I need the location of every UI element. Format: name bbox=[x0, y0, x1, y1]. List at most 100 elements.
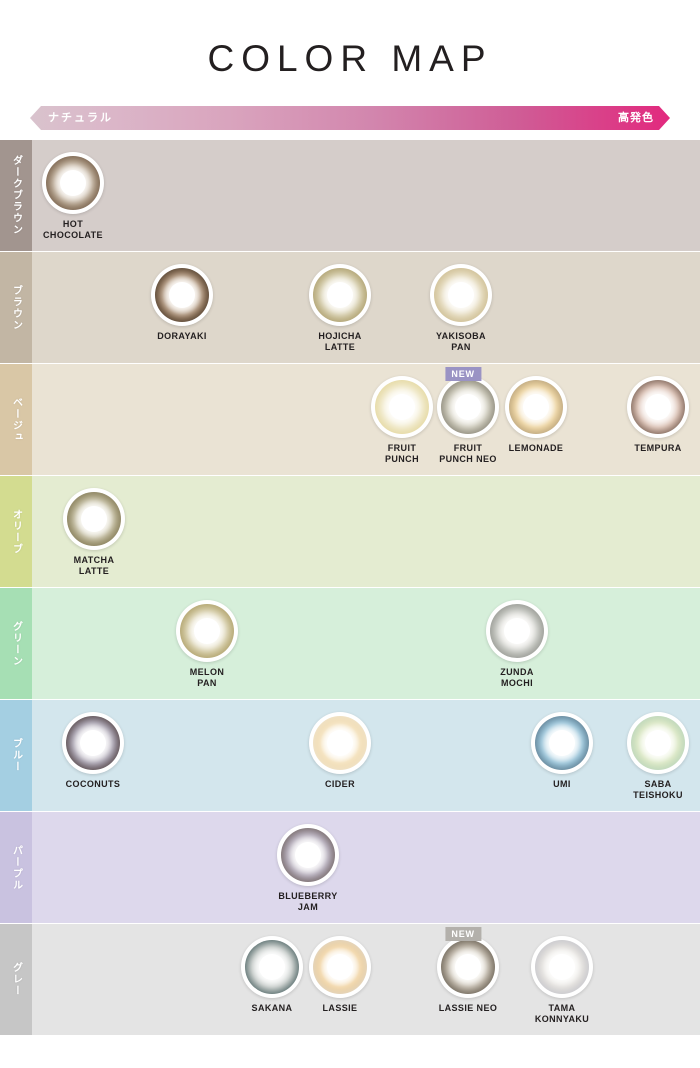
lens-pupil bbox=[80, 730, 106, 756]
lens-name: YAKISOBA PAN bbox=[436, 331, 486, 352]
scale-label-vivid: 高発色 bbox=[618, 112, 654, 124]
lens-item[interactable]: LEMONADE bbox=[484, 376, 588, 454]
lens-name: BLUEBERRY JAM bbox=[278, 891, 338, 912]
lens-swatch-icon bbox=[42, 152, 104, 214]
lens-pupil bbox=[455, 954, 481, 980]
lens-item[interactable]: HOT CHOCOLATE bbox=[21, 152, 125, 241]
lens-swatch-icon bbox=[62, 712, 124, 774]
lens-item[interactable]: LASSIE bbox=[288, 936, 392, 1014]
lens-item[interactable]: ZUNDA MOCHI bbox=[465, 600, 569, 689]
lens-name: DORAYAKI bbox=[157, 331, 207, 341]
lens-name: COCONUTS bbox=[65, 779, 121, 789]
lens-pupil bbox=[327, 954, 353, 980]
row-lens-field: BLUEBERRY JAM bbox=[32, 812, 700, 923]
lens-item[interactable]: COCONUTS bbox=[41, 712, 145, 790]
row-color-label: オリーブ bbox=[0, 476, 32, 587]
lens-name: LASSIE bbox=[322, 1003, 358, 1013]
row-color-label: ベージュ bbox=[0, 364, 32, 475]
color-row: ブラウン DORAYAKI HOJICHA LATTE YAKISOBA PAN bbox=[0, 252, 700, 364]
intensity-scale: ナチュラル 高発色 bbox=[30, 106, 670, 130]
lens-swatch-icon bbox=[309, 712, 371, 774]
row-color-label: パープル bbox=[0, 812, 32, 923]
color-row: ベージュ FRUIT PUNCH NEW FRUIT PUNCH NEO LEMONAD… bbox=[0, 364, 700, 476]
lens-swatch-icon bbox=[486, 600, 548, 662]
lens-item[interactable]: NEW LASSIE NEO bbox=[416, 927, 520, 1014]
row-color-label-text: ブラウン bbox=[10, 284, 22, 331]
lens-item[interactable]: SABA TEISHOKU bbox=[606, 712, 700, 801]
lens-name: LASSIE NEO bbox=[438, 1003, 498, 1013]
row-color-label: ブルー bbox=[0, 700, 32, 811]
color-row: オリーブ MATCHA LATTE bbox=[0, 476, 700, 588]
row-lens-field: SAKANA LASSIE NEW LASSIE NEO TAMA KONNYAKU bbox=[32, 924, 700, 1035]
row-lens-field: DORAYAKI HOJICHA LATTE YAKISOBA PAN bbox=[32, 252, 700, 363]
lens-item[interactable]: MATCHA LATTE bbox=[42, 488, 146, 577]
lens-name: HOT CHOCOLATE bbox=[43, 219, 103, 240]
lens-pupil bbox=[389, 394, 415, 420]
new-badge: NEW bbox=[445, 367, 482, 381]
row-lens-field: MELON PAN ZUNDA MOCHI bbox=[32, 588, 700, 699]
lens-item[interactable]: CIDER bbox=[288, 712, 392, 790]
scale-gradient-bar bbox=[30, 106, 670, 130]
color-row: グレー SAKANA LASSIE NEW LASSIE NEO TAMA KONNYAK… bbox=[0, 924, 700, 1036]
lens-pupil bbox=[327, 282, 353, 308]
lens-swatch-icon bbox=[531, 712, 593, 774]
lens-item[interactable]: YAKISOBA PAN bbox=[409, 264, 513, 353]
row-color-label-text: ブルー bbox=[10, 738, 22, 773]
color-row: グリーン MELON PAN ZUNDA MOCHI bbox=[0, 588, 700, 700]
lens-name: MELON PAN bbox=[189, 667, 225, 688]
lens-swatch-icon bbox=[437, 936, 499, 998]
lens-pupil bbox=[169, 282, 195, 308]
lens-item[interactable]: BLUEBERRY JAM bbox=[256, 824, 360, 913]
row-lens-field: COCONUTS CIDER UMI SABA TEISHOKU bbox=[32, 700, 700, 811]
lens-item[interactable]: MELON PAN bbox=[155, 600, 259, 689]
lens-name: CIDER bbox=[324, 779, 355, 789]
row-color-label-text: ベージュ bbox=[10, 396, 22, 443]
lens-name: HOJICHA LATTE bbox=[318, 331, 362, 352]
lens-pupil bbox=[327, 730, 353, 756]
lens-swatch-icon bbox=[176, 600, 238, 662]
color-row: ブルー COCONUTS CIDER UMI SABA TEISHOKU bbox=[0, 700, 700, 812]
row-color-label: ブラウン bbox=[0, 252, 32, 363]
lens-pupil bbox=[194, 618, 220, 644]
lens-swatch-icon bbox=[531, 936, 593, 998]
lens-swatch-icon bbox=[430, 264, 492, 326]
lens-pupil bbox=[295, 842, 321, 868]
lens-item[interactable]: UMI bbox=[510, 712, 614, 790]
lens-item[interactable]: DORAYAKI bbox=[130, 264, 234, 342]
lens-swatch-icon bbox=[505, 376, 567, 438]
scale-label-natural: ナチュラル bbox=[48, 112, 113, 124]
lens-pupil bbox=[645, 394, 671, 420]
color-row: ダークブラウン HOT CHOCOLATE bbox=[0, 140, 700, 252]
row-color-label-text: グレー bbox=[10, 962, 22, 997]
row-color-label-text: グリーン bbox=[10, 620, 22, 667]
lens-item[interactable]: TAMA KONNYAKU bbox=[510, 936, 614, 1025]
lens-pupil bbox=[549, 954, 575, 980]
color-row: パープル BLUEBERRY JAM bbox=[0, 812, 700, 924]
lens-pupil bbox=[549, 730, 575, 756]
lens-pupil bbox=[455, 394, 481, 420]
lens-pupil bbox=[259, 954, 285, 980]
lens-pupil bbox=[81, 506, 107, 532]
row-color-label: グレー bbox=[0, 924, 32, 1035]
lens-swatch-icon bbox=[627, 712, 689, 774]
lens-swatch-icon bbox=[277, 824, 339, 886]
lens-name: SABA TEISHOKU bbox=[633, 779, 683, 800]
new-badge: NEW bbox=[445, 927, 482, 941]
page-title: COLOR MAP bbox=[207, 38, 493, 79]
row-color-label-text: オリーブ bbox=[10, 508, 22, 555]
lens-swatch-icon bbox=[627, 376, 689, 438]
row-lens-field: HOT CHOCOLATE bbox=[32, 140, 700, 251]
row-lens-field: FRUIT PUNCH NEW FRUIT PUNCH NEO LEMONADE TEM… bbox=[32, 364, 700, 475]
lens-item[interactable]: TEMPURA bbox=[606, 376, 700, 454]
color-map-grid: ダークブラウン HOT CHOCOLATE ブラウン DORAYAKI HOJICHA … bbox=[0, 140, 700, 1036]
row-color-label-text: パープル bbox=[10, 844, 22, 891]
row-color-label: グリーン bbox=[0, 588, 32, 699]
lens-name: TAMA KONNYAKU bbox=[534, 1003, 590, 1024]
lens-name: TEMPURA bbox=[634, 443, 682, 453]
lens-name: UMI bbox=[553, 779, 571, 789]
lens-name: ZUNDA MOCHI bbox=[500, 667, 534, 688]
lens-name: LEMONADE bbox=[508, 443, 564, 453]
lens-item[interactable]: HOJICHA LATTE bbox=[288, 264, 392, 353]
lens-pupil bbox=[504, 618, 530, 644]
lens-swatch-icon bbox=[309, 264, 371, 326]
